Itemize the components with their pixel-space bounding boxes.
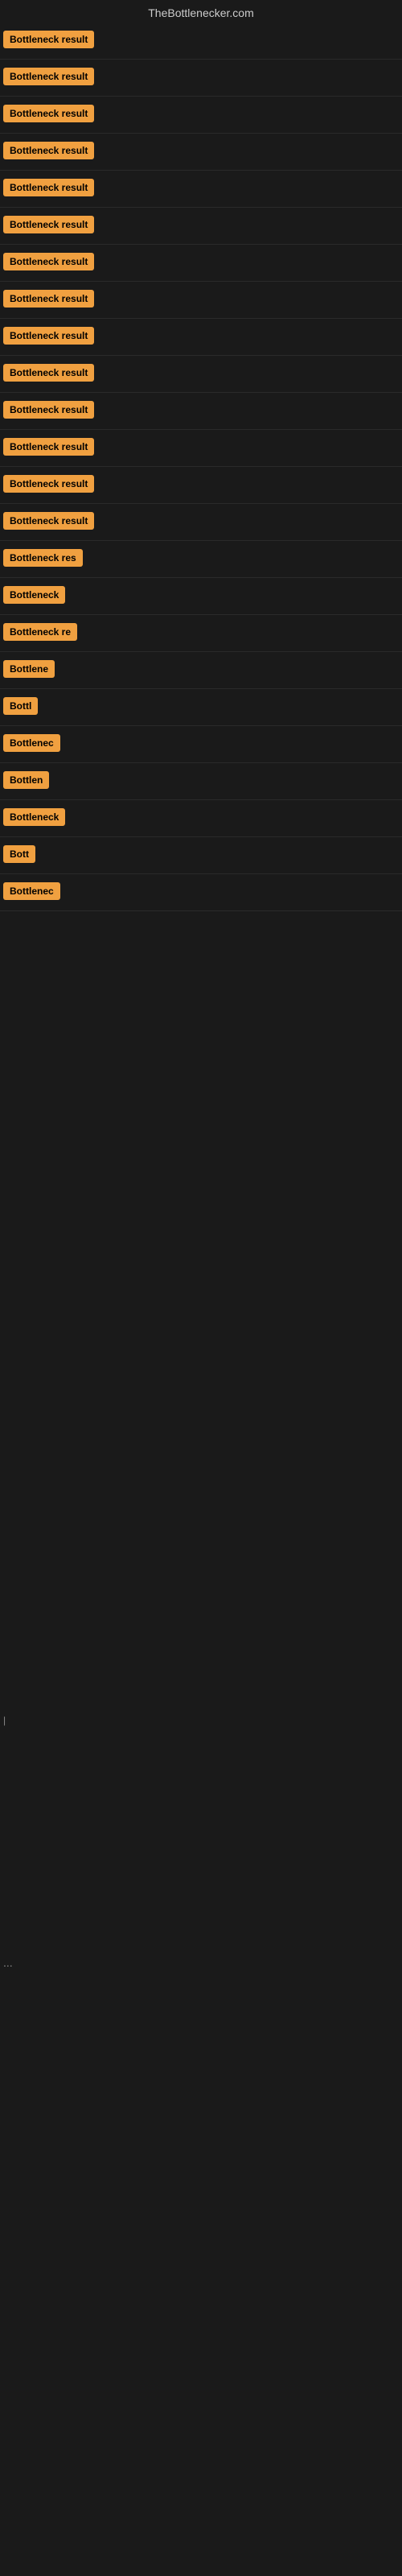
bottleneck-badge[interactable]: Bottlene	[3, 660, 55, 678]
list-item: Bottlenec	[0, 726, 402, 763]
list-item: Bottleneck result	[0, 393, 402, 430]
bottleneck-badge[interactable]: Bottleneck re	[3, 623, 77, 641]
bottleneck-badge[interactable]: Bottleneck result	[3, 216, 94, 233]
list-item: Bottlene	[0, 652, 402, 689]
bottleneck-badge[interactable]: Bottleneck res	[3, 549, 83, 567]
bottleneck-badge[interactable]: Bottleneck result	[3, 105, 94, 122]
bottleneck-badge[interactable]: Bottlenec	[3, 734, 60, 752]
bottleneck-badge[interactable]: Bottl	[3, 697, 38, 715]
page-container: TheBottlenecker.com Bottleneck resultBot…	[0, 0, 402, 2576]
list-item: Bottleneck result	[0, 356, 402, 393]
list-item: Bottleneck result	[0, 60, 402, 97]
list-item: Bottl	[0, 689, 402, 726]
bottleneck-badge[interactable]: Bottleneck result	[3, 401, 94, 419]
list-item: Bottleneck result	[0, 97, 402, 134]
empty-section-1	[0, 1771, 402, 1835]
bottleneck-badge[interactable]: Bottleneck result	[3, 253, 94, 270]
list-item: Bottleneck	[0, 800, 402, 837]
bottleneck-badge[interactable]: Bottleneck	[3, 808, 65, 826]
list-item: Bottleneck result	[0, 319, 402, 356]
bottleneck-badge[interactable]: Bottleneck result	[3, 31, 94, 48]
bottleneck-badge[interactable]: Bottleneck result	[3, 68, 94, 85]
empty-section-2	[0, 2013, 402, 2576]
list-item: Bottleneck result	[0, 430, 402, 467]
list-item: Bottleneck result	[0, 467, 402, 504]
bottleneck-badge[interactable]: Bottleneck result	[3, 179, 94, 196]
bottleneck-badge[interactable]: Bottleneck result	[3, 142, 94, 159]
bottleneck-badge[interactable]: Bottleneck	[3, 586, 65, 604]
bottleneck-badge[interactable]: Bottleneck result	[3, 475, 94, 493]
bottleneck-badge[interactable]: Bottleneck result	[3, 327, 94, 345]
ellipsis-indicator: ...	[3, 1956, 13, 1969]
list-item: Bottleneck result	[0, 171, 402, 208]
bottleneck-badge[interactable]: Bottlenec	[3, 882, 60, 900]
list-item: Bott	[0, 837, 402, 874]
list-item: Bottleneck result	[0, 208, 402, 245]
list-item: Bottleneck re	[0, 615, 402, 652]
site-title: TheBottlenecker.com	[0, 0, 402, 23]
bottleneck-badge[interactable]: Bottlen	[3, 771, 49, 789]
list-item: Bottleneck result	[0, 134, 402, 171]
cursor-area: |	[3, 1715, 6, 1726]
list-item: Bottleneck res	[0, 541, 402, 578]
bottleneck-badge[interactable]: Bottleneck result	[3, 290, 94, 308]
list-item: Bottleneck result	[0, 245, 402, 282]
bottleneck-badge[interactable]: Bottleneck result	[3, 364, 94, 382]
bottleneck-badge[interactable]: Bott	[3, 845, 35, 863]
list-item: Bottlen	[0, 763, 402, 800]
list-item: Bottleneck result	[0, 23, 402, 60]
list-item: Bottleneck	[0, 578, 402, 615]
list-item: Bottlenec	[0, 874, 402, 911]
bottleneck-badge[interactable]: Bottleneck result	[3, 438, 94, 456]
list-item: Bottleneck result	[0, 504, 402, 541]
list-item: Bottleneck result	[0, 282, 402, 319]
bottleneck-badge[interactable]: Bottleneck result	[3, 512, 94, 530]
items-list: Bottleneck result Bottleneck result Bottle…	[0, 23, 402, 911]
